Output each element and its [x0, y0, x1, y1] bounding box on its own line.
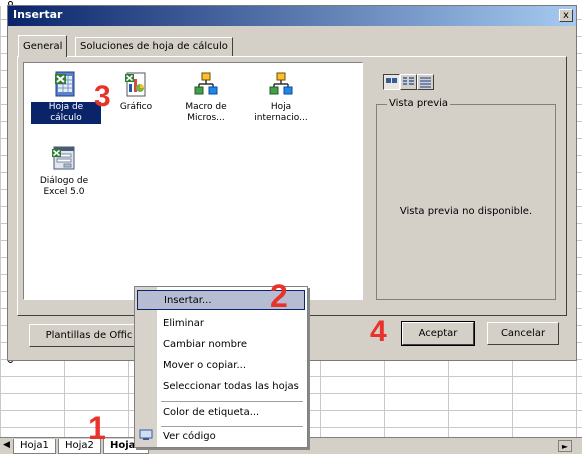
- macro-icon: [194, 72, 218, 95]
- tab-general[interactable]: General: [18, 35, 68, 57]
- template-label: Diálogo de Excel 5.0: [39, 176, 89, 197]
- template-dialog-sheet[interactable]: Diálogo de Excel 5.0: [29, 145, 99, 198]
- template-label: Gráfico: [119, 102, 153, 112]
- chart-icon: [125, 72, 146, 97]
- dialog-sheet-icon: [52, 146, 75, 170]
- menu-separator: [161, 401, 303, 402]
- worksheet-icon: [55, 71, 75, 97]
- preview-legend: Vista previa: [387, 98, 451, 109]
- template-chart[interactable]: Gráfico: [101, 71, 171, 113]
- preview-group: [376, 104, 556, 300]
- first-sheet-nav-icon[interactable]: ◀: [3, 440, 10, 450]
- menu-gutter: [135, 287, 157, 447]
- list-view-button[interactable]: [400, 74, 417, 90]
- tab-spreadsheet-solutions[interactable]: Soluciones de hoja de cálculo: [75, 37, 233, 56]
- large-icons-icon: [386, 78, 397, 83]
- step-marker-4: 4: [370, 315, 387, 348]
- office-templates-button[interactable]: Plantillas de Offic: [29, 324, 149, 347]
- large-icons-view-button[interactable]: [383, 74, 400, 90]
- preview-message: Vista previa no disponible.: [399, 206, 533, 217]
- scroll-right-icon[interactable]: ►: [558, 440, 572, 452]
- template-intl-macro[interactable]: Hoja internacio...: [246, 71, 316, 124]
- close-icon: x: [563, 10, 569, 21]
- details-icon: [420, 77, 431, 88]
- template-label: Hoja de cálculo: [31, 102, 101, 124]
- window-title: Insertar: [13, 8, 63, 21]
- step-marker-1: 1: [88, 410, 106, 446]
- menu-item-delete[interactable]: Eliminar: [157, 314, 307, 334]
- template-worksheet[interactable]: Hoja de cálculo: [31, 71, 101, 124]
- template-label: Macro de Micros...: [185, 102, 227, 123]
- menu-item-rename[interactable]: Cambiar nombre: [157, 335, 307, 355]
- close-button[interactable]: x: [559, 9, 573, 22]
- intl-macro-icon: [269, 72, 293, 95]
- menu-item-view-code[interactable]: Ver código: [157, 427, 307, 447]
- list-icon: [403, 77, 414, 85]
- details-view-button[interactable]: [417, 74, 434, 90]
- menu-item-tab-color[interactable]: Color de etiqueta...: [157, 403, 307, 423]
- menu-item-select-all-sheets[interactable]: Seleccionar todas las hojas: [157, 377, 307, 397]
- template-label: Hoja internacio...: [254, 102, 308, 123]
- accept-button[interactable]: Aceptar: [401, 321, 475, 346]
- view-code-icon: [139, 429, 153, 441]
- step-marker-2: 2: [270, 278, 288, 314]
- menu-item-move-copy[interactable]: Mover o copiar...: [157, 356, 307, 376]
- sheet-tab-hoja1[interactable]: Hoja1: [13, 439, 56, 454]
- cancel-button[interactable]: Cancelar: [487, 322, 559, 345]
- title-bar: Insertar x: [8, 6, 576, 26]
- template-macro[interactable]: Macro de Micros...: [171, 71, 241, 124]
- step-marker-3: 3: [94, 80, 111, 113]
- template-list[interactable]: Hoja de cálculo Gráfico Macro de Micros.…: [23, 62, 363, 300]
